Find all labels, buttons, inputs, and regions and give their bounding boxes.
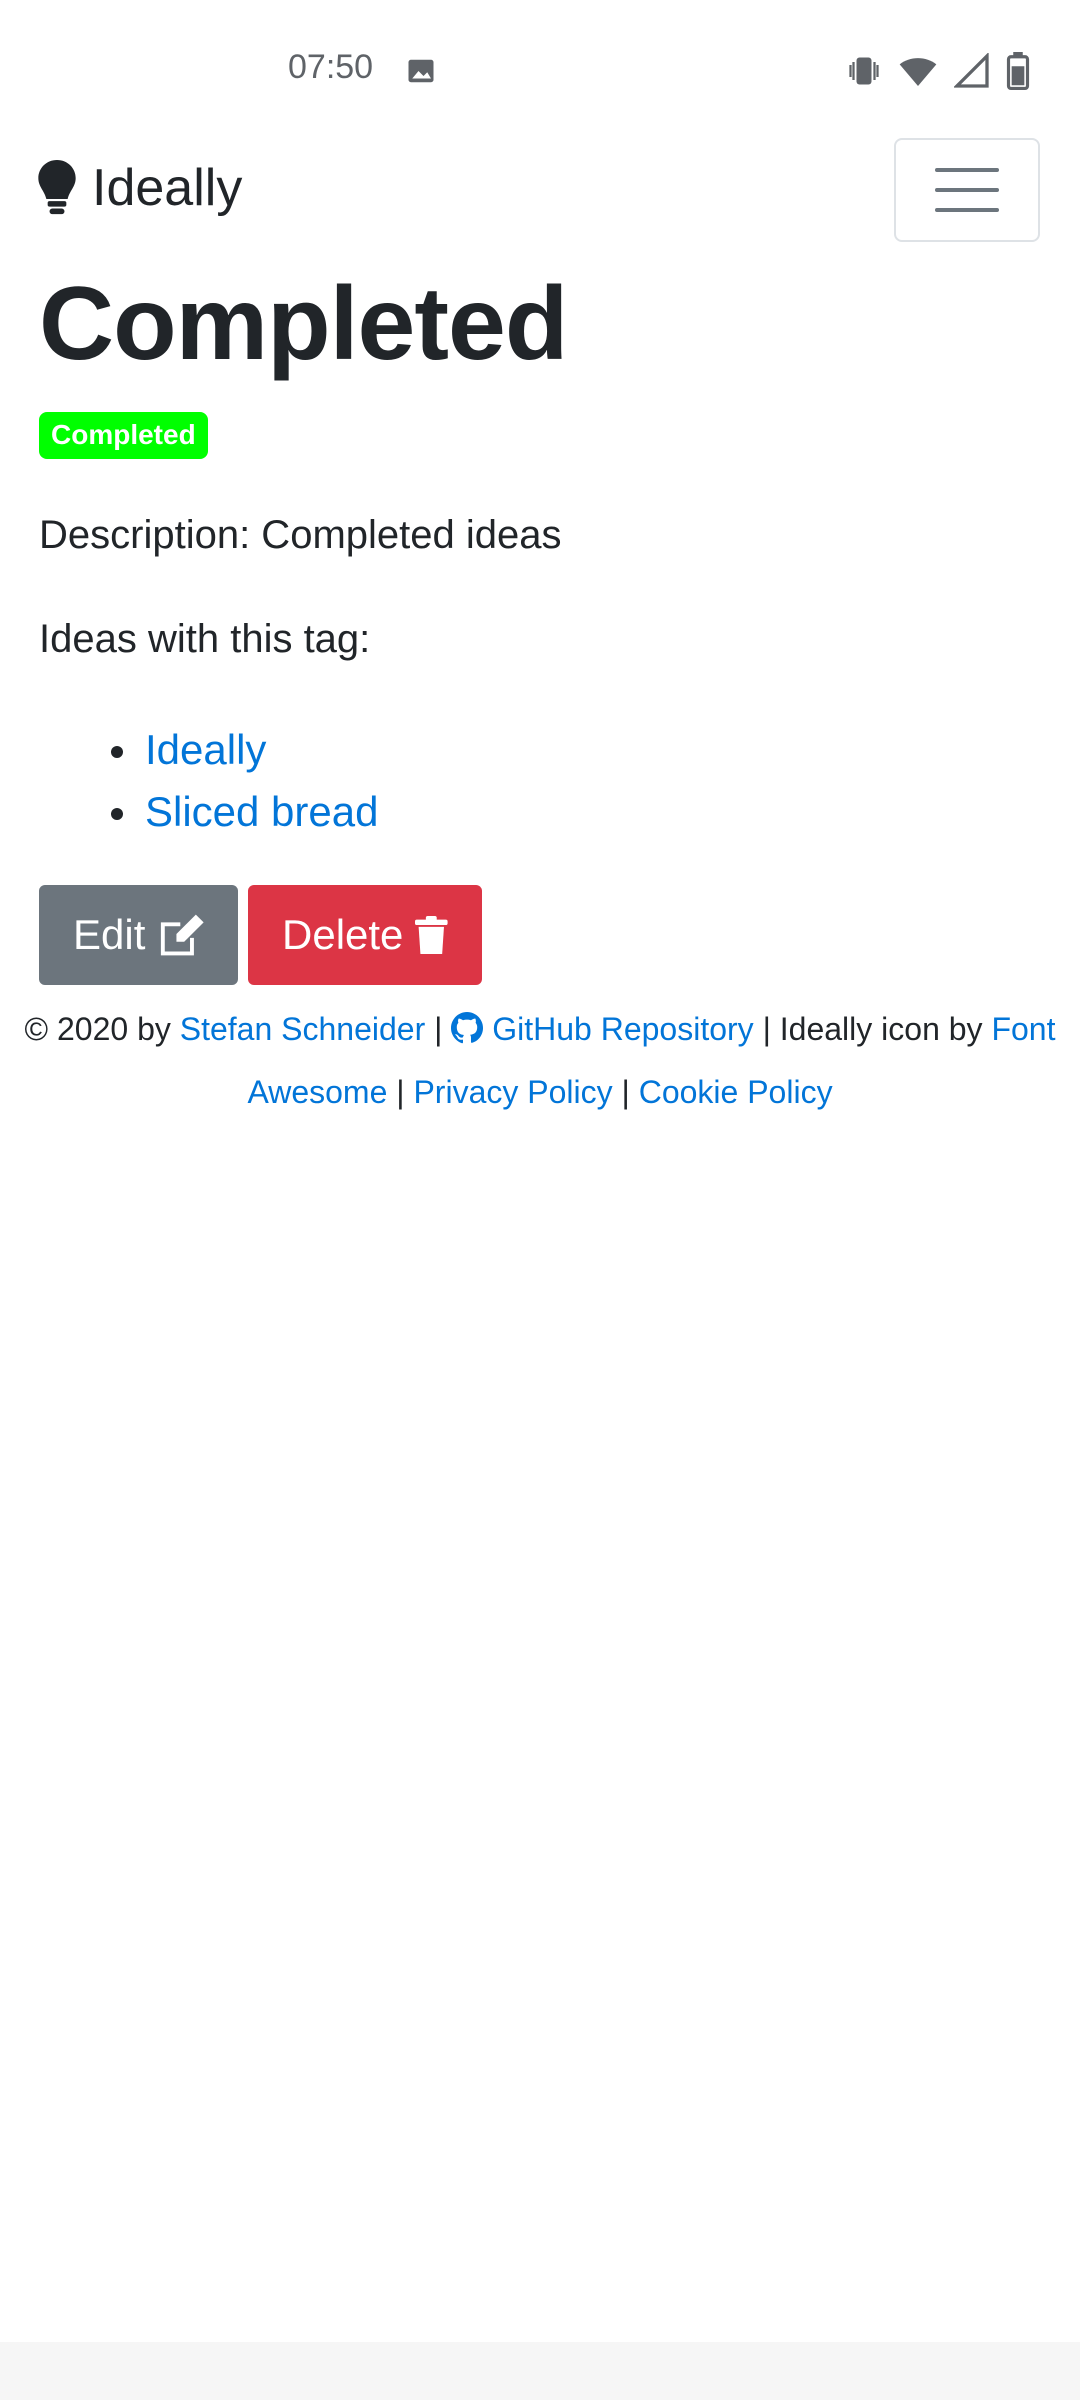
icon-credit: | Ideally icon by: [762, 1011, 983, 1047]
signal-icon: [954, 53, 989, 88]
idea-link-ideally[interactable]: Ideally: [145, 726, 266, 773]
list-item: Sliced bread: [111, 781, 1049, 843]
hamburger-menu-button[interactable]: [894, 138, 1040, 242]
main-content: Completed Completed Description: Complet…: [39, 262, 1049, 985]
status-icons: [846, 52, 1030, 90]
footer-copyright: © 2020 by: [24, 1011, 171, 1047]
list-item: Ideally: [111, 719, 1049, 781]
edit-icon: [161, 914, 204, 956]
edit-button[interactable]: Edit: [39, 885, 238, 985]
delete-button-label: Delete: [282, 911, 404, 958]
status-badge: Completed: [39, 412, 208, 459]
page-title: Completed: [39, 266, 568, 382]
privacy-policy-link[interactable]: Privacy Policy: [413, 1074, 612, 1110]
brand-link[interactable]: Ideally: [38, 158, 242, 218]
footer-separator: |: [434, 1011, 443, 1047]
github-link[interactable]: GitHub Repository: [492, 1011, 753, 1047]
wifi-icon: [899, 58, 937, 86]
author-link[interactable]: Stefan Schneider: [180, 1011, 426, 1047]
image-icon: [408, 59, 434, 83]
navbar: Ideally: [0, 136, 1080, 248]
edit-button-label: Edit: [73, 911, 146, 958]
ideas-heading: Ideas with this tag:: [39, 617, 371, 661]
hamburger-menu-icon: [935, 168, 999, 172]
action-buttons: Edit Delete: [39, 885, 1049, 985]
tag-description: Description: Completed ideas: [39, 513, 562, 557]
status-bar: 07:50: [0, 0, 1080, 140]
footer: © 2020 by Stefan Schneider | GitHub Repo…: [0, 998, 1080, 1124]
lightbulb-icon: [38, 160, 76, 215]
github-icon: [451, 1012, 484, 1044]
vibrate-icon: [849, 57, 879, 85]
trash-icon: [415, 915, 448, 955]
idea-link-sliced-bread[interactable]: Sliced bread: [145, 788, 378, 835]
battery-icon: [1006, 52, 1030, 90]
delete-button[interactable]: Delete: [248, 885, 482, 985]
status-time: 07:50: [288, 48, 374, 86]
system-navigation-bar: [0, 2342, 1080, 2400]
footer-separator: |: [396, 1074, 405, 1110]
cookie-policy-link[interactable]: Cookie Policy: [639, 1074, 833, 1110]
footer-separator: |: [621, 1074, 630, 1110]
brand-label: Ideally: [92, 159, 243, 217]
idea-list: Ideally Sliced bread: [39, 719, 1049, 843]
